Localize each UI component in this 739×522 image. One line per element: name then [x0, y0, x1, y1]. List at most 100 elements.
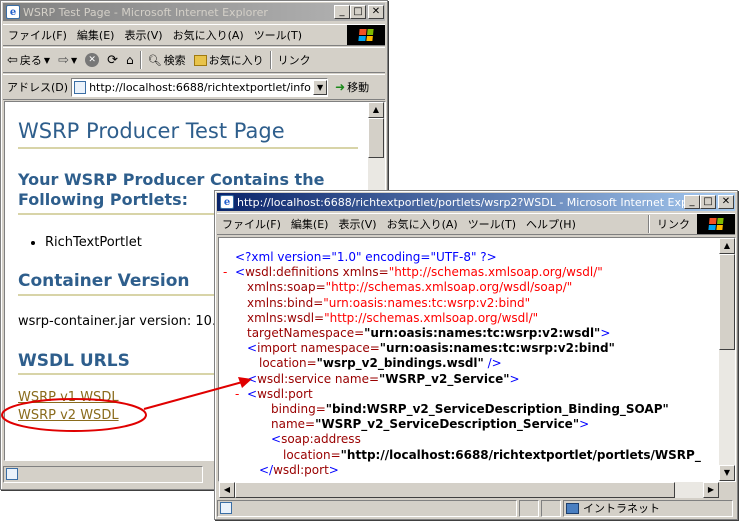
windows-logo — [347, 25, 385, 45]
menu-favorites[interactable]: お気に入り(A) — [382, 216, 463, 232]
menu-edit[interactable]: 編集(E) — [72, 27, 120, 43]
toolbar-separator — [269, 51, 272, 69]
xml-token: xmlns:soap= — [247, 280, 326, 295]
toolbar-separator — [139, 51, 142, 69]
scroll-down-button[interactable]: ▼ — [719, 465, 735, 481]
close-button[interactable]: ✕ — [368, 5, 384, 19]
minimize-button[interactable]: _ — [684, 195, 700, 209]
xml-line[interactable]: - <wsdl:definitions xmlns="http://schema… — [223, 265, 701, 280]
container-version-text: wsrp-container.jar version: 10. — [18, 314, 217, 329]
favorites-icon — [193, 54, 207, 66]
xml-line: <import namespace="urn:oasis:names:tc:ws… — [227, 341, 701, 356]
xml-token: "WSRP_v2_ServiceDescription_Service" — [315, 417, 580, 432]
menu-tools[interactable]: ツール(T) — [463, 216, 521, 232]
xml-token: > — [579, 417, 590, 432]
wsrp-v1-wsdl-link[interactable]: WSRP v1 WSDL — [18, 390, 119, 405]
xml-line: xmlns:wsdl="http://schemas.xmlsoap.org/w… — [227, 311, 701, 326]
front-window-titlebar[interactable]: e http://localhost:6688/richtextportlet/… — [217, 193, 735, 211]
h-scroll-thumb[interactable] — [235, 482, 675, 498]
front-menu-bar: ファイル(F) 編集(E) 表示(V) お気に入り(A) ツール(T) ヘルプ(… — [217, 213, 735, 235]
refresh-icon: ⟳ — [107, 52, 119, 68]
xml-line: name="WSRP_v2_ServiceDescription_Service… — [227, 417, 701, 432]
xml-token: < — [271, 432, 282, 447]
xml-token: wsdl:service name= — [257, 371, 380, 386]
go-label: 移動 — [347, 81, 370, 94]
xml-line: location="http://localhost:6688/richtext… — [227, 448, 701, 463]
menu-file[interactable]: ファイル(F) — [217, 216, 286, 232]
status-zone-cell: イントラネット — [563, 499, 733, 517]
xml-line[interactable]: - <wsdl:port — [227, 387, 701, 402]
back-toolbar: ⇦ 戻る ▼ ⇨ ▼ ✕ ⟳ ⌂ 🔍︎ 検索 お気に入り リンク — [3, 47, 385, 73]
scroll-thumb[interactable] — [368, 118, 384, 158]
links-button[interactable]: リンク — [652, 216, 695, 232]
collapse-toggle[interactable]: - — [223, 265, 227, 280]
address-dropdown-button[interactable]: ▼ — [313, 79, 328, 95]
windows-flag-icon — [358, 29, 374, 41]
scroll-thumb[interactable] — [719, 254, 735, 350]
go-button[interactable]: ➜ 移動 — [331, 79, 373, 95]
scroll-left-button[interactable]: ◀ — [219, 482, 235, 498]
collapse-toggle[interactable]: - — [235, 387, 239, 402]
wsrp-v2-wsdl-link[interactable]: WSRP v2 WSDL — [18, 408, 119, 423]
xml-token: "WSRP_v2_Service" — [379, 371, 510, 386]
xml-token: "wsrp_v2_bindings.wsdl" — [316, 356, 484, 371]
back-menu-bar: ファイル(F) 編集(E) 表示(V) お気に入り(A) ツール(T) — [3, 24, 385, 46]
dropdown-arrow-icon: ▼ — [43, 55, 51, 65]
menu-tools[interactable]: ツール(T) — [249, 27, 307, 43]
status-cell — [541, 499, 561, 517]
front-browser-window: e http://localhost:6688/richtextportlet/… — [214, 190, 738, 520]
refresh-button[interactable]: ⟳ — [103, 53, 122, 68]
home-button[interactable]: ⌂ — [122, 53, 138, 67]
minimize-button[interactable]: _ — [334, 5, 350, 19]
address-label: アドレス(D) — [7, 81, 69, 94]
address-input[interactable]: http://localhost:6688/richtextportlet/in… — [71, 77, 329, 97]
forward-button[interactable]: ⇨ ▼ — [54, 53, 81, 68]
front-status-bar: イントラネット — [217, 498, 735, 518]
menu-edit[interactable]: 編集(E) — [286, 216, 334, 232]
xml-token: "http://localhost:6688/richtextportlet/p… — [340, 447, 701, 462]
xml-line: location="wsrp_v2_bindings.wsdl" /> — [227, 356, 701, 371]
front-xml-content: <?xml version="1.0" encoding="UTF-8" ?> -… — [218, 237, 736, 482]
address-value: http://localhost:6688/richtextportlet/in… — [89, 80, 311, 94]
page-heading: WSRP Producer Test Page — [18, 119, 285, 143]
stop-icon: ✕ — [85, 53, 100, 67]
windows-flag-icon — [708, 218, 724, 230]
xml-token: xmlns:wsdl= — [247, 310, 325, 325]
menu-view[interactable]: 表示(V) — [119, 27, 167, 43]
links-label: リンク — [277, 54, 311, 67]
scroll-up-button[interactable]: ▲ — [719, 238, 735, 254]
menu-help[interactable]: ヘルプ(H) — [521, 216, 581, 232]
stop-button[interactable]: ✕ — [81, 53, 103, 67]
back-arrow-icon: ⇦ — [7, 52, 18, 68]
scroll-right-button[interactable]: ▶ — [703, 482, 719, 498]
xml-line: xmlns:soap="http://schemas.xmlsoap.org/w… — [227, 280, 701, 295]
menu-view[interactable]: 表示(V) — [333, 216, 381, 232]
xml-line: <wsdl:service name="WSRP_v2_Service"> — [227, 372, 701, 387]
menu-file[interactable]: ファイル(F) — [3, 27, 72, 43]
maximize-button[interactable]: □ — [350, 5, 366, 19]
links-button[interactable]: リンク — [274, 52, 315, 68]
container-heading: Container Version — [18, 271, 190, 291]
maximize-button[interactable]: □ — [700, 195, 716, 209]
search-button[interactable]: 🔍︎ 検索 — [144, 52, 190, 68]
xml-token: < — [247, 371, 258, 386]
front-vertical-scrollbar[interactable]: ▲ ▼ — [719, 238, 735, 481]
heading-rule — [18, 147, 358, 149]
status-cell — [519, 499, 539, 517]
go-arrow-icon: ➜ — [335, 80, 346, 94]
scroll-up-button[interactable]: ▲ — [368, 102, 384, 118]
close-button[interactable]: ✕ — [718, 195, 734, 209]
favorites-button[interactable]: お気に入り — [190, 52, 268, 68]
xml-token: "http://schemas.xmlsoap.org/wsdl/soap/" — [325, 280, 573, 295]
back-window-titlebar[interactable]: e WSRP Test Page - Microsoft Internet Ex… — [3, 3, 385, 21]
portlets-heading-line1: Your WSRP Producer Contains the — [18, 170, 325, 189]
status-page-icon — [220, 502, 232, 514]
xml-token: "bind:WSRP_v2_ServiceDescription_Binding… — [325, 402, 669, 417]
status-page-cell — [3, 465, 203, 483]
front-horizontal-scrollbar[interactable]: ◀ ▶ — [219, 482, 719, 498]
back-button[interactable]: ⇦ 戻る ▼ — [3, 52, 54, 68]
zone-label: イントラネット — [583, 502, 660, 515]
search-icon: 🔍︎ — [147, 53, 162, 67]
xml-token: soap:address — [281, 432, 361, 447]
menu-favorites[interactable]: お気に入り(A) — [168, 27, 249, 43]
